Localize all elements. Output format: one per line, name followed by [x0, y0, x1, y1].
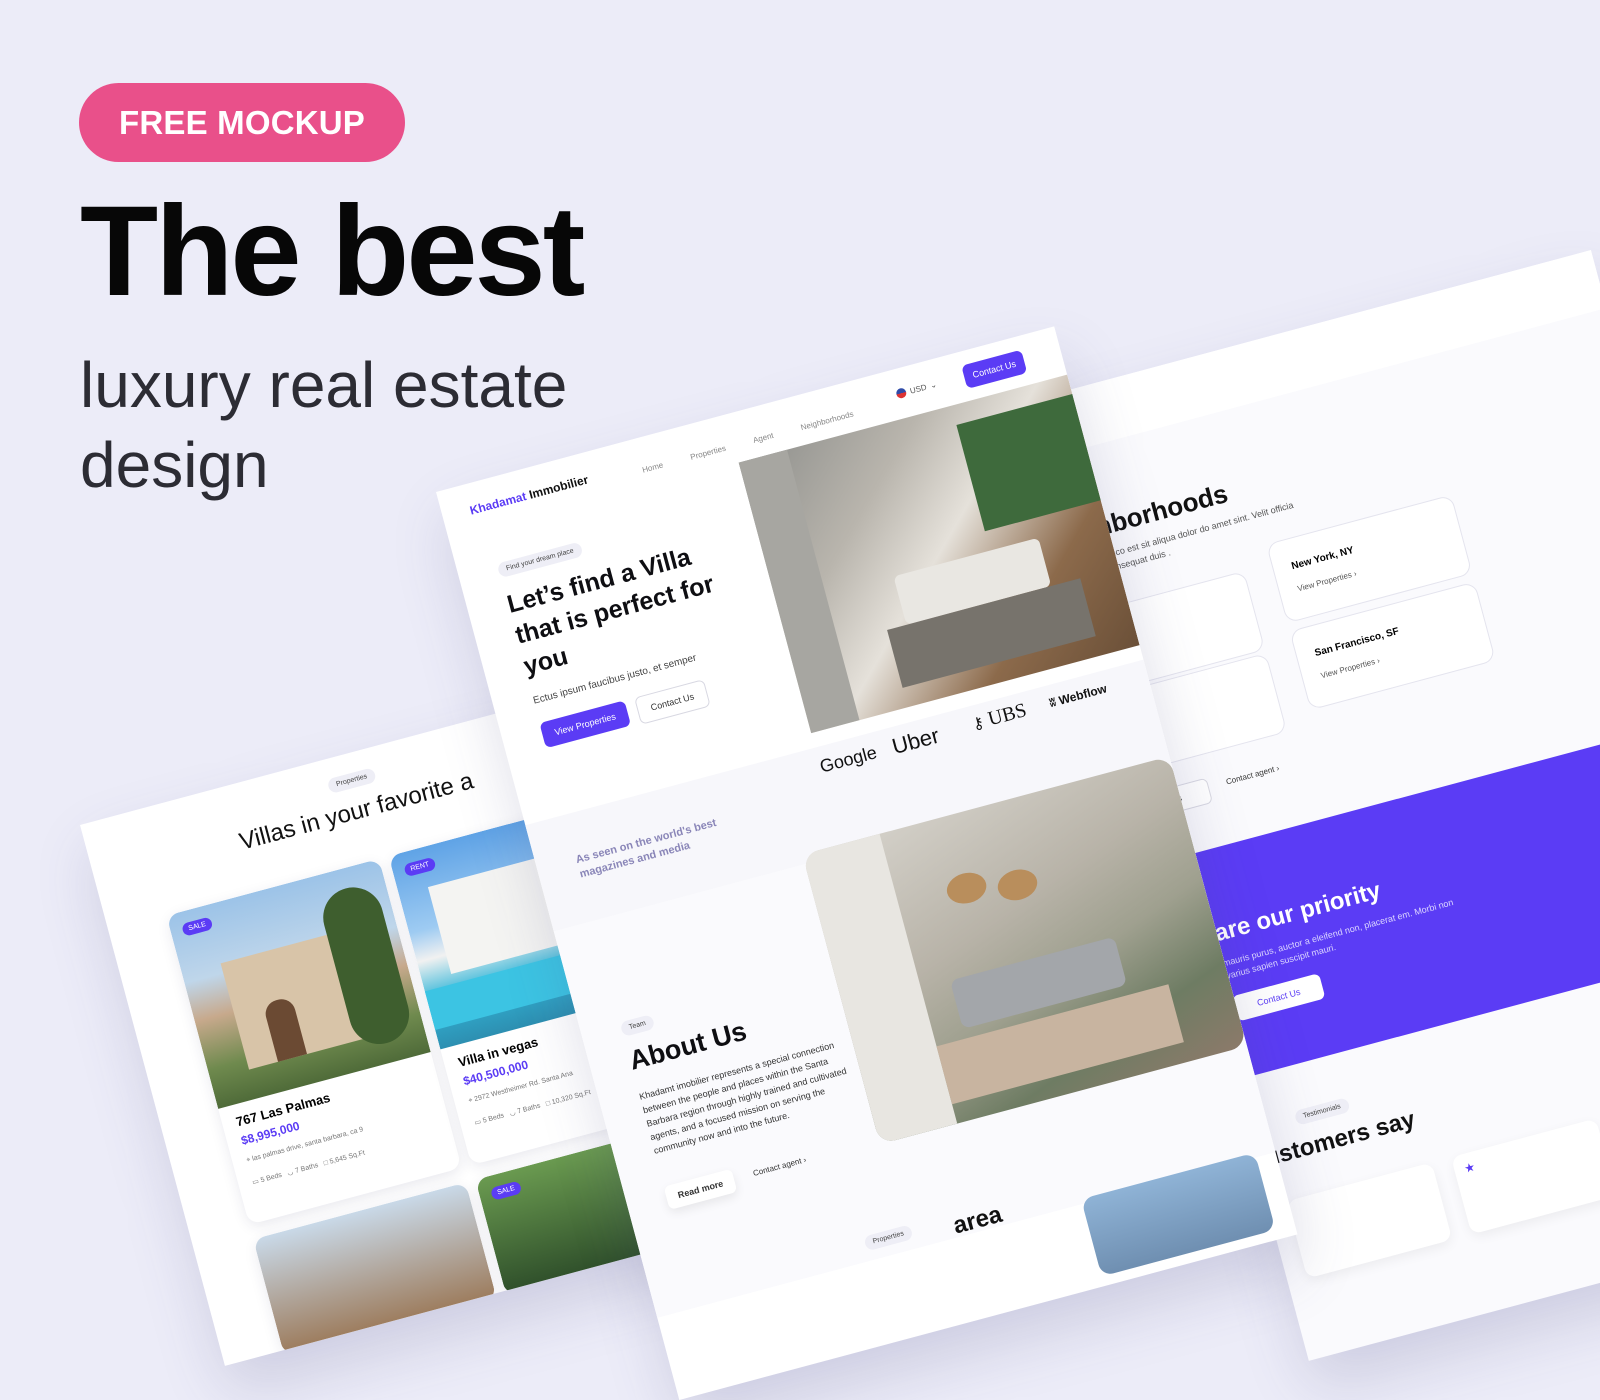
property-photo: [166, 858, 431, 1109]
chevron-right-icon: ›: [1375, 655, 1381, 666]
neighborhood-link[interactable]: View Properties ›: [1320, 656, 1381, 680]
hero-title: The best: [80, 180, 585, 323]
currency-selector[interactable]: USD ⌄: [895, 379, 938, 400]
stone-wall: [738, 449, 860, 734]
priority-contact-button[interactable]: Contact Us: [1231, 973, 1326, 1022]
chevron-down-icon: ⌄: [928, 379, 938, 390]
brand-logo[interactable]: Khadamat Immobilier: [468, 472, 590, 517]
testimonial-card: [1286, 1162, 1453, 1279]
pendant-lamp: [943, 868, 990, 908]
contact-agent-link[interactable]: Contact agent ›: [1225, 764, 1280, 787]
view-properties-button[interactable]: View Properties: [539, 700, 632, 749]
area-icon: □: [545, 1099, 552, 1108]
bed-icon: ▭: [473, 1118, 483, 1127]
right-page-header: [1050, 250, 1600, 453]
star-icon: ★: [1462, 1159, 1477, 1176]
nav-home[interactable]: Home: [641, 460, 664, 474]
neighborhood-city: New York, NY: [1290, 544, 1356, 573]
seen-on-text: As seen on the world's best magazines an…: [574, 816, 718, 881]
nav-properties[interactable]: Properties: [689, 444, 727, 462]
free-mockup-badge: FREE MOCKUP: [79, 83, 405, 162]
header-contact-button[interactable]: Contact Us: [961, 349, 1028, 389]
testimonial-card: ★: [1450, 1118, 1600, 1235]
testimonials-pill: Testimonials: [1293, 1097, 1351, 1126]
properties-pill: Properties: [326, 767, 377, 795]
neighborhood-city: San Francisco, SF: [1313, 625, 1401, 660]
chevron-right-icon: ›: [1352, 568, 1358, 579]
location-pin-icon: ⌖: [467, 1096, 474, 1105]
us-flag-icon: [895, 387, 908, 400]
location-pin-icon: ⌖: [245, 1156, 252, 1165]
bath-icon: ◡: [508, 1109, 517, 1118]
customers-title: ustomers say: [1261, 1105, 1419, 1172]
nav-agent[interactable]: Agent: [752, 431, 775, 445]
neighborhood-link[interactable]: View Properties ›: [1296, 569, 1357, 593]
pendant-lamp: [994, 865, 1041, 905]
area-icon: □: [322, 1159, 329, 1168]
hero-contact-button[interactable]: Contact Us: [634, 679, 711, 725]
nav-neighborhoods[interactable]: Neighborhoods: [800, 409, 855, 432]
bath-icon: ◡: [286, 1168, 295, 1178]
bed-icon: ▭: [251, 1177, 260, 1187]
